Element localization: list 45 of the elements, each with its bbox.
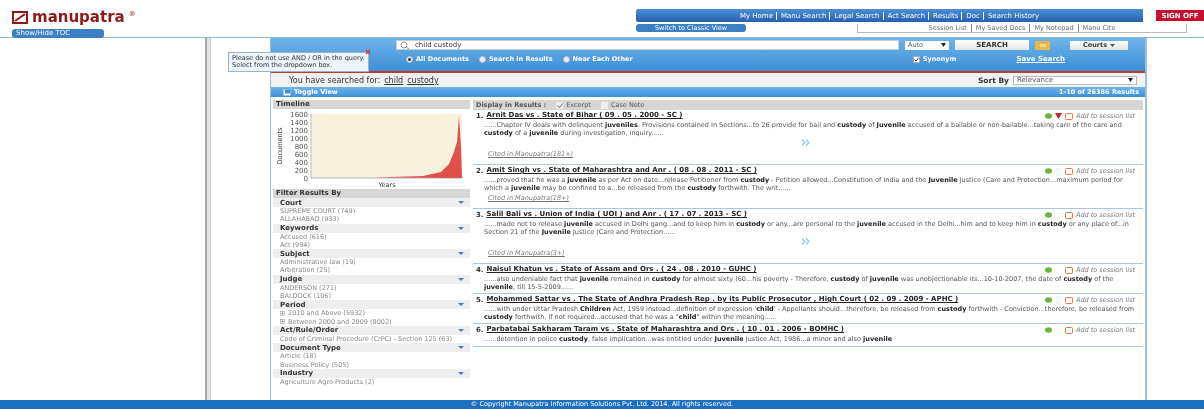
status-dot-icon (1044, 267, 1052, 273)
caret-icon (1128, 78, 1133, 82)
session-icon (1064, 112, 1073, 120)
folder-button[interactable] (1035, 40, 1050, 50)
logo-icon (12, 10, 28, 24)
session-icon (1064, 296, 1073, 304)
caret-icon (458, 252, 464, 256)
status-dot-icon (1044, 297, 1052, 303)
radio-dot[interactable] (478, 55, 486, 63)
status-dot-icon (1044, 327, 1052, 333)
expand-icon (280, 319, 285, 325)
caret-icon (941, 43, 946, 47)
expand-icon (280, 311, 285, 316)
search-summary-label: You have searched for: (289, 75, 381, 85)
window-icon (283, 88, 291, 96)
caret-icon (458, 303, 464, 307)
double-chevron-icon[interactable] (800, 139, 811, 146)
check-icon (913, 56, 919, 62)
session-icon (1064, 211, 1073, 219)
caret-icon (458, 277, 464, 281)
status-dot-icon (1044, 113, 1052, 119)
search-icon (400, 41, 410, 49)
search-term-link[interactable]: child (384, 75, 404, 85)
radio-dot[interactable] (406, 55, 413, 63)
radio-dot[interactable] (562, 55, 570, 63)
checkbox[interactable] (556, 101, 564, 109)
caret-icon (458, 346, 464, 350)
logo-text: manupatra (32, 8, 125, 26)
session-icon (1064, 266, 1073, 274)
caret-icon (458, 371, 464, 375)
caret-icon (458, 328, 464, 332)
caret-icon (458, 201, 464, 204)
session-icon (1064, 326, 1073, 334)
folder-icon (1038, 42, 1047, 48)
close-icon (365, 49, 371, 55)
caret-icon (1110, 43, 1115, 47)
checkbox[interactable] (600, 101, 608, 109)
status-dot-icon (1044, 168, 1052, 174)
caret-icon (458, 226, 464, 230)
check-icon (556, 102, 563, 108)
search-term-link[interactable]: custody (407, 75, 439, 85)
double-chevron-icon[interactable] (800, 238, 811, 245)
checkbox[interactable] (912, 55, 920, 63)
session-icon (1064, 167, 1073, 175)
status-dot-icon (1044, 212, 1052, 218)
